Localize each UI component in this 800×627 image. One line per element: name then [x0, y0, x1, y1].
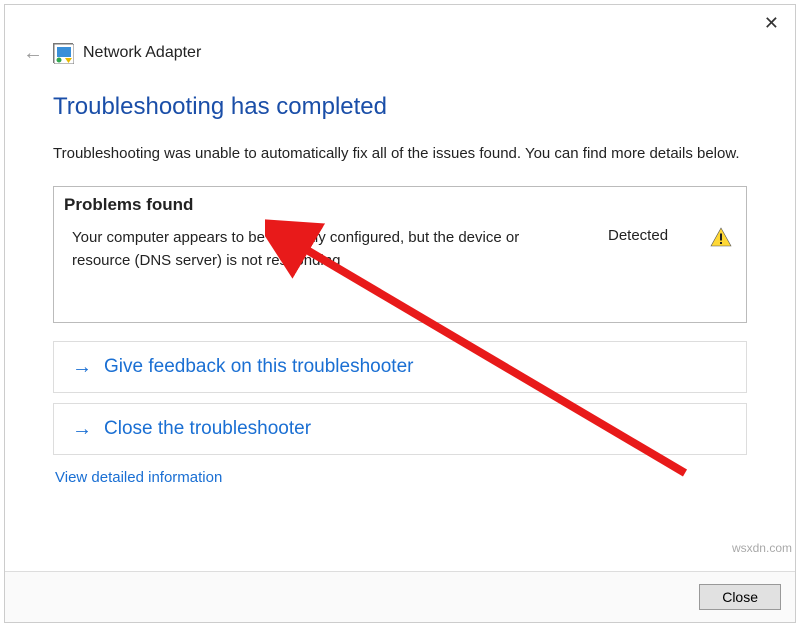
close-troubleshooter-link[interactable]: → Close the troubleshooter: [53, 403, 747, 455]
give-feedback-label: Give feedback on this troubleshooter: [104, 356, 413, 378]
window-title: Network Adapter: [83, 44, 201, 62]
view-detailed-info-link[interactable]: View detailed information: [53, 465, 222, 486]
problem-row: Your computer appears to be correctly co…: [54, 221, 746, 322]
close-button[interactable]: Close: [699, 584, 781, 610]
troubleshooter-icon: [53, 43, 73, 63]
troubleshooter-window: ✕ ← Network Adapter Troubleshooting has …: [4, 4, 796, 623]
problem-status: Detected: [608, 227, 708, 244]
page-subtext: Troubleshooting was unable to automatica…: [53, 143, 747, 164]
problems-header: Problems found: [54, 187, 746, 221]
problem-description: Your computer appears to be correctly co…: [72, 227, 608, 272]
watermark: wsxdn.com: [732, 541, 792, 555]
warning-icon: [708, 227, 734, 247]
page-heading: Troubleshooting has completed: [53, 93, 747, 121]
header: ← Network Adapter: [5, 39, 795, 73]
problems-found-box: Problems found Your computer appears to …: [53, 186, 747, 323]
give-feedback-link[interactable]: → Give feedback on this troubleshooter: [53, 341, 747, 393]
footer: Close: [5, 571, 795, 622]
arrow-right-icon: →: [72, 419, 92, 439]
titlebar: ✕: [5, 5, 795, 39]
close-icon[interactable]: ✕: [758, 11, 785, 36]
close-troubleshooter-label: Close the troubleshooter: [104, 418, 311, 440]
content: Troubleshooting has completed Troublesho…: [5, 73, 795, 571]
back-arrow-icon[interactable]: ←: [23, 43, 43, 63]
arrow-right-icon: →: [72, 357, 92, 377]
